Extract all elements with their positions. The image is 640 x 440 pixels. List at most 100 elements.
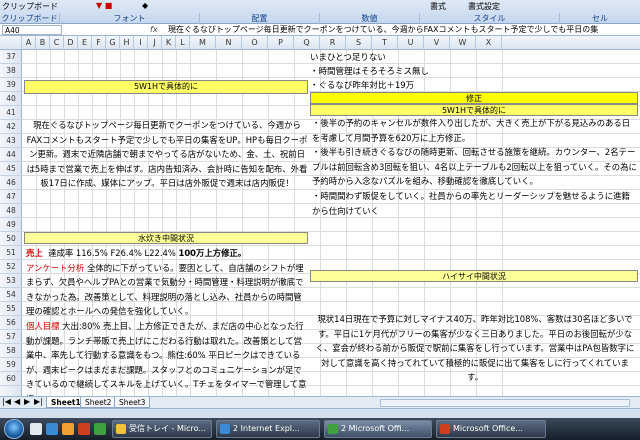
quicklaunch-office-icon[interactable] — [78, 423, 90, 435]
column-header[interactable]: D — [64, 36, 78, 50]
column-header[interactable]: J — [148, 36, 162, 50]
horizontal-scrollbar[interactable] — [380, 399, 630, 407]
taskbar-item-office-label: 2 Microsoft Offi... — [341, 424, 410, 433]
tab-nav-first-icon[interactable]: |◀ — [2, 397, 11, 406]
worksheet-grid[interactable]: いまひとつ足りない ・時間管理はそろそろミス無し ・ぐるなび昨年対比＋19万 5… — [22, 50, 640, 396]
column-header[interactable]: R — [320, 36, 346, 50]
column-header[interactable]: G — [106, 36, 120, 50]
row-header[interactable]: 49 — [0, 218, 22, 232]
office-2-icon — [440, 424, 450, 434]
row-header[interactable]: 58 — [0, 344, 22, 358]
row-header[interactable]: 40 — [0, 92, 22, 106]
row-header[interactable]: 47 — [0, 190, 22, 204]
column-header[interactable]: B — [36, 36, 50, 50]
column-header[interactable]: A — [22, 36, 36, 50]
formula-input[interactable]: 現在ぐるなびトップページ毎日更新でクーポンをつけている、今週からFAXコメントも… — [168, 24, 640, 36]
questionnaire-label: アンケート分析 — [26, 262, 85, 273]
ribbon-group-font: フォント — [60, 13, 200, 24]
left-header-mizutaki[interactable]: 水炊き中間状況 — [24, 232, 308, 244]
ribbon-group-alignment: 配置 — [200, 13, 320, 24]
taskbar-item-office-2-label: Microsoft Office... — [453, 424, 523, 433]
ribbon-group-number: 数値 — [320, 13, 420, 24]
row-header[interactable]: 51 — [0, 246, 22, 260]
column-header[interactable]: Q — [294, 36, 320, 50]
outlook-icon — [116, 424, 126, 434]
conditional-format-button[interactable]: 書式設定 — [468, 1, 500, 12]
tab-nav-next-icon[interactable]: ▶ — [24, 397, 30, 406]
cell-M60-text[interactable]: 現状14日現在で予算に対しマイナス40万、昨年対比108%、客数は30名ほど多い… — [314, 312, 636, 396]
taskbar-item-office-2[interactable]: Microsoft Office... — [436, 420, 546, 438]
row-header[interactable]: 48 — [0, 204, 22, 218]
column-header[interactable]: N — [216, 36, 242, 50]
row-header[interactable]: 37 — [0, 50, 22, 64]
row-header[interactable]: 60 — [0, 372, 22, 386]
column-header[interactable]: M — [190, 36, 216, 50]
ribbon-group-cells: セル — [592, 14, 608, 23]
column-headers: ABCDEFGHIJKLMNOPQRSTUVWX — [0, 36, 640, 50]
column-header[interactable]: S — [346, 36, 372, 50]
tab-nav-prev-icon[interactable]: ◀ — [14, 397, 20, 406]
taskbar-item-ie[interactable]: 2 Internet Expl... — [216, 420, 320, 438]
row-headers: 37 38 39 40 41 42 43 44 45 46 47 48 49 50 51 52 53 54 55 56… — [0, 50, 22, 396]
row-header[interactable]: 41 — [0, 106, 22, 120]
row-header[interactable]: 46 — [0, 176, 22, 190]
office-icon — [328, 424, 338, 434]
column-header[interactable]: L — [176, 36, 190, 50]
row-header[interactable]: 42 — [0, 120, 22, 134]
start-orb-icon[interactable] — [4, 419, 24, 439]
fill-color-icon[interactable]: ◆ — [142, 1, 148, 12]
column-header[interactable]: H — [120, 36, 134, 50]
tab-sheet2[interactable]: Sheet2 — [80, 397, 117, 408]
select-all-corner[interactable] — [0, 36, 22, 50]
left-header-5w1h[interactable]: 5W1Hで具体的に — [24, 80, 308, 94]
right-header-haisai[interactable]: ハイサイ中間状況 — [310, 270, 638, 282]
tab-sheet3[interactable]: Sheet3 — [114, 397, 151, 408]
font-color-button[interactable]: ▼ ■ — [96, 1, 112, 12]
row-header[interactable]: 44 — [0, 148, 22, 162]
row-header[interactable]: 43 — [0, 134, 22, 148]
cell-M37[interactable]: いまひとつ足りない — [310, 51, 386, 65]
row-header[interactable]: 59 — [0, 358, 22, 372]
column-header[interactable]: U — [398, 36, 424, 50]
column-header[interactable]: O — [242, 36, 268, 50]
quicklaunch-folder-icon[interactable] — [62, 423, 74, 435]
column-header[interactable]: E — [78, 36, 92, 50]
column-header[interactable]: W — [450, 36, 476, 50]
column-header[interactable]: T — [372, 36, 398, 50]
row-header[interactable]: 55 — [0, 302, 22, 316]
name-box[interactable]: A40 — [2, 25, 62, 35]
clipboard-button[interactable]: クリップボード — [2, 1, 58, 12]
sales-text: 達成率 116.5% F26.4% L22.4% — [48, 248, 176, 258]
taskbar-item-outlook[interactable]: 受信トレイ - Micro... — [112, 420, 212, 438]
tab-nav-last-icon[interactable]: ▶| — [34, 397, 43, 406]
column-header[interactable]: F — [92, 36, 106, 50]
column-header[interactable]: C — [50, 36, 64, 50]
row-header[interactable]: 52 — [0, 260, 22, 274]
column-header[interactable]: P — [268, 36, 294, 50]
row-header[interactable]: 57 — [0, 330, 22, 344]
format-button[interactable]: 書式 — [430, 1, 446, 12]
column-header[interactable]: X — [476, 36, 502, 50]
taskbar-item-office[interactable]: 2 Microsoft Offi... — [324, 420, 432, 438]
right-header-revision[interactable]: 修正 — [310, 92, 638, 104]
row-header[interactable]: 56 — [0, 316, 22, 330]
column-header[interactable]: V — [424, 36, 450, 50]
row-header[interactable]: 54 — [0, 288, 22, 302]
row-header[interactable]: 45 — [0, 162, 22, 176]
row-header[interactable]: 50 — [0, 232, 22, 246]
cell-A40-text[interactable]: 現在ぐるなびトップページ毎日更新でクーポンをつけている、今週からFAXコメントも… — [26, 118, 308, 228]
fx-icon[interactable]: fx — [150, 24, 164, 36]
column-header[interactable]: K — [162, 36, 176, 50]
row-header[interactable]: 38 — [0, 64, 22, 78]
row-header[interactable]: 53 — [0, 274, 22, 288]
taskbar-item-ie-label: 2 Internet Expl... — [233, 424, 300, 433]
quicklaunch-excel-icon[interactable] — [94, 423, 106, 435]
right-header-5w1h[interactable]: 5W1Hで具体的に — [310, 104, 638, 116]
cell-M39[interactable]: ・ぐるなび昨年対比＋19万 — [310, 79, 414, 93]
column-header[interactable]: I — [134, 36, 148, 50]
cell-A52-text[interactable]: 売上 達成率 116.5% F26.4% L22.4% 100万上方修正。 アン… — [26, 246, 308, 396]
quicklaunch-ie-icon[interactable] — [46, 423, 58, 435]
quicklaunch-desktop-icon[interactable] — [30, 423, 42, 435]
cell-M38[interactable]: ・時間管理はそろそろミス無し — [310, 65, 429, 79]
row-header[interactable]: 39 — [0, 78, 22, 92]
